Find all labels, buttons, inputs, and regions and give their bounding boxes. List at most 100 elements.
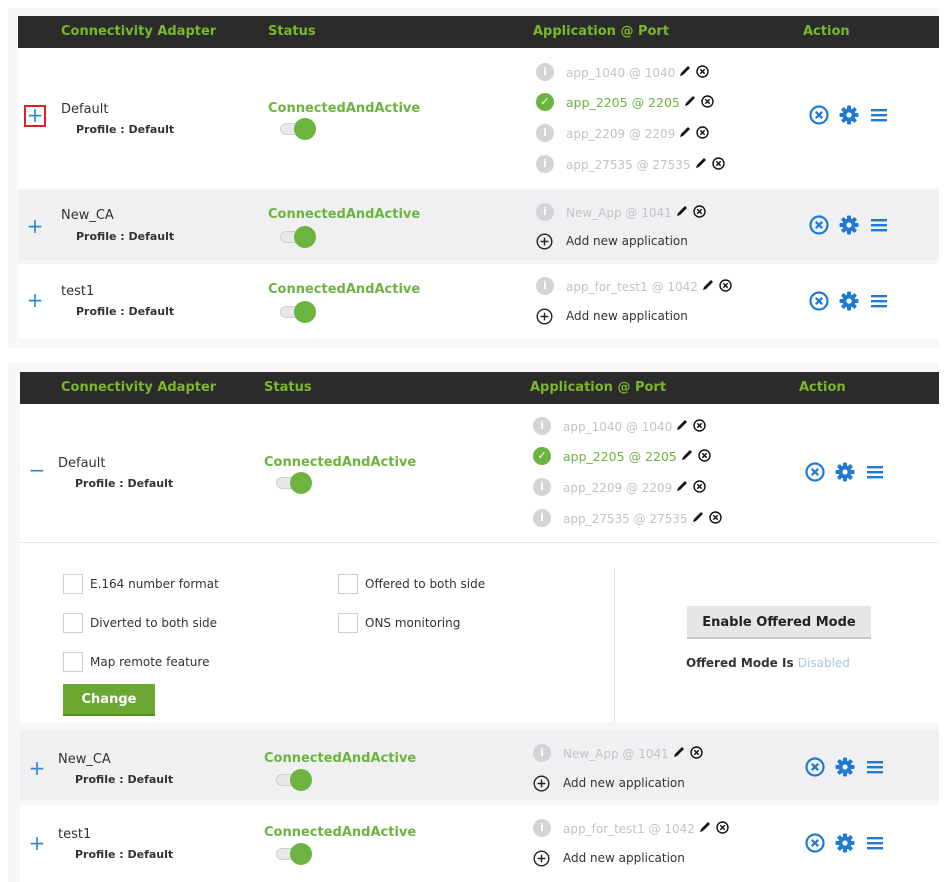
x-circle-icon[interactable] [701,95,714,108]
app-label: app_27535 @ 27535 [566,158,691,172]
plus-circle-icon[interactable] [533,775,550,792]
expand-button[interactable]: + [24,216,46,238]
table-row: − Default Profile : Default ConnectedAnd… [20,404,939,542]
expand-button[interactable]: + [24,105,46,127]
hamburger-menu-icon[interactable] [864,461,886,483]
ca-profile: Profile : Default [76,123,175,136]
pencil-icon[interactable] [678,64,692,78]
x-circle-icon[interactable] [808,214,830,236]
header-application-port: Application @ Port [530,380,667,395]
x-circle-icon[interactable] [804,461,826,483]
checkbox[interactable] [338,574,358,594]
expand-button[interactable]: + [26,758,48,780]
status-toggle[interactable] [276,843,314,865]
pencil-icon[interactable] [675,204,689,218]
pencil-icon[interactable] [701,278,715,292]
pencil-icon[interactable] [680,448,694,462]
add-application-label[interactable]: Add new application [563,776,685,790]
ca-name: New_CA [61,208,114,223]
pencil-icon[interactable] [691,510,705,524]
check-circle-icon: ✓ [536,93,554,111]
plus-circle-icon[interactable] [536,233,553,250]
gear-icon[interactable] [838,214,860,236]
x-circle-icon[interactable] [696,65,709,78]
pencil-icon[interactable] [672,745,686,759]
x-circle-icon[interactable] [716,821,729,834]
add-application-label[interactable]: Add new application [566,234,688,248]
app-label: app_27535 @ 27535 [563,512,688,526]
header-status: Status [268,24,316,39]
info-circle-icon: i [536,124,554,142]
pencil-icon[interactable] [675,479,689,493]
adapter-details-panel: E.164 number format Offered to both side… [20,542,939,722]
x-circle-icon[interactable] [708,511,722,524]
checkbox[interactable] [63,652,83,672]
info-circle-icon: i [536,155,554,173]
collapse-button[interactable]: − [26,460,48,482]
hamburger-menu-icon[interactable] [864,832,886,854]
pencil-icon[interactable] [698,820,712,834]
status-toggle[interactable] [280,118,318,140]
offered-mode-status: Offered Mode Is Disabled [686,656,850,670]
option-label: Offered to both side [365,577,486,591]
x-circle-icon[interactable] [808,290,830,312]
header-action: Action [803,24,850,39]
info-circle-icon: i [533,509,551,527]
ca-name: test1 [61,284,95,299]
x-circle-icon[interactable] [690,746,703,759]
row-actions [808,290,898,314]
app-label: app_for_test1 @ 1042 [563,822,695,836]
expand-button[interactable]: + [26,833,48,855]
x-circle-icon[interactable] [698,449,711,462]
x-circle-icon[interactable] [696,126,709,139]
expand-button[interactable]: + [24,290,46,312]
ca-name: Default [61,102,109,117]
status-text: ConnectedAndActive [268,207,421,222]
change-button[interactable]: Change [63,684,155,716]
pencil-icon[interactable] [675,418,689,432]
gear-icon[interactable] [834,832,856,854]
hamburger-menu-icon[interactable] [864,756,886,778]
hamburger-menu-icon[interactable] [868,214,890,236]
enable-offered-mode-button[interactable]: Enable Offered Mode [687,606,871,639]
add-application-label[interactable]: Add new application [563,851,685,865]
pencil-icon[interactable] [683,94,697,108]
table-row: + Default Profile : Default ConnectedAnd… [18,48,939,188]
gear-icon[interactable] [834,461,856,483]
status-toggle[interactable] [276,472,314,494]
plus-circle-icon[interactable] [536,308,553,325]
status-toggle[interactable] [280,301,318,323]
gear-icon[interactable] [838,104,860,126]
hamburger-menu-icon[interactable] [868,290,890,312]
header-connectivity-adapter: Connectivity Adapter [61,380,217,395]
status-toggle[interactable] [276,769,314,791]
table-header: Connectivity Adapter Status Application … [18,16,939,48]
plus-circle-icon[interactable] [533,850,550,867]
row-actions [804,461,894,485]
gear-icon[interactable] [834,756,856,778]
x-circle-icon[interactable] [719,279,732,292]
x-circle-icon[interactable] [711,157,725,170]
x-circle-icon[interactable] [808,104,830,126]
app-label: app_2205 @ 2205 [563,449,677,464]
info-circle-icon: i [536,277,554,295]
checkbox[interactable] [338,613,358,633]
ca-name: New_CA [58,752,111,767]
gear-icon[interactable] [838,290,860,312]
x-circle-icon[interactable] [693,480,706,493]
pencil-icon[interactable] [678,125,692,139]
checkbox[interactable] [63,574,83,594]
add-application-label[interactable]: Add new application [566,309,688,323]
checkbox[interactable] [63,613,83,633]
ca-profile: Profile : Default [75,477,174,490]
info-circle-icon: i [533,478,551,496]
x-circle-icon[interactable] [693,419,706,432]
x-circle-icon[interactable] [693,205,706,218]
ca-profile: Profile : Default [75,848,174,861]
x-circle-icon[interactable] [804,832,826,854]
hamburger-menu-icon[interactable] [868,104,890,126]
x-circle-icon[interactable] [804,756,826,778]
pencil-icon[interactable] [694,156,708,170]
status-toggle[interactable] [280,226,318,248]
info-circle-icon: i [536,63,554,81]
